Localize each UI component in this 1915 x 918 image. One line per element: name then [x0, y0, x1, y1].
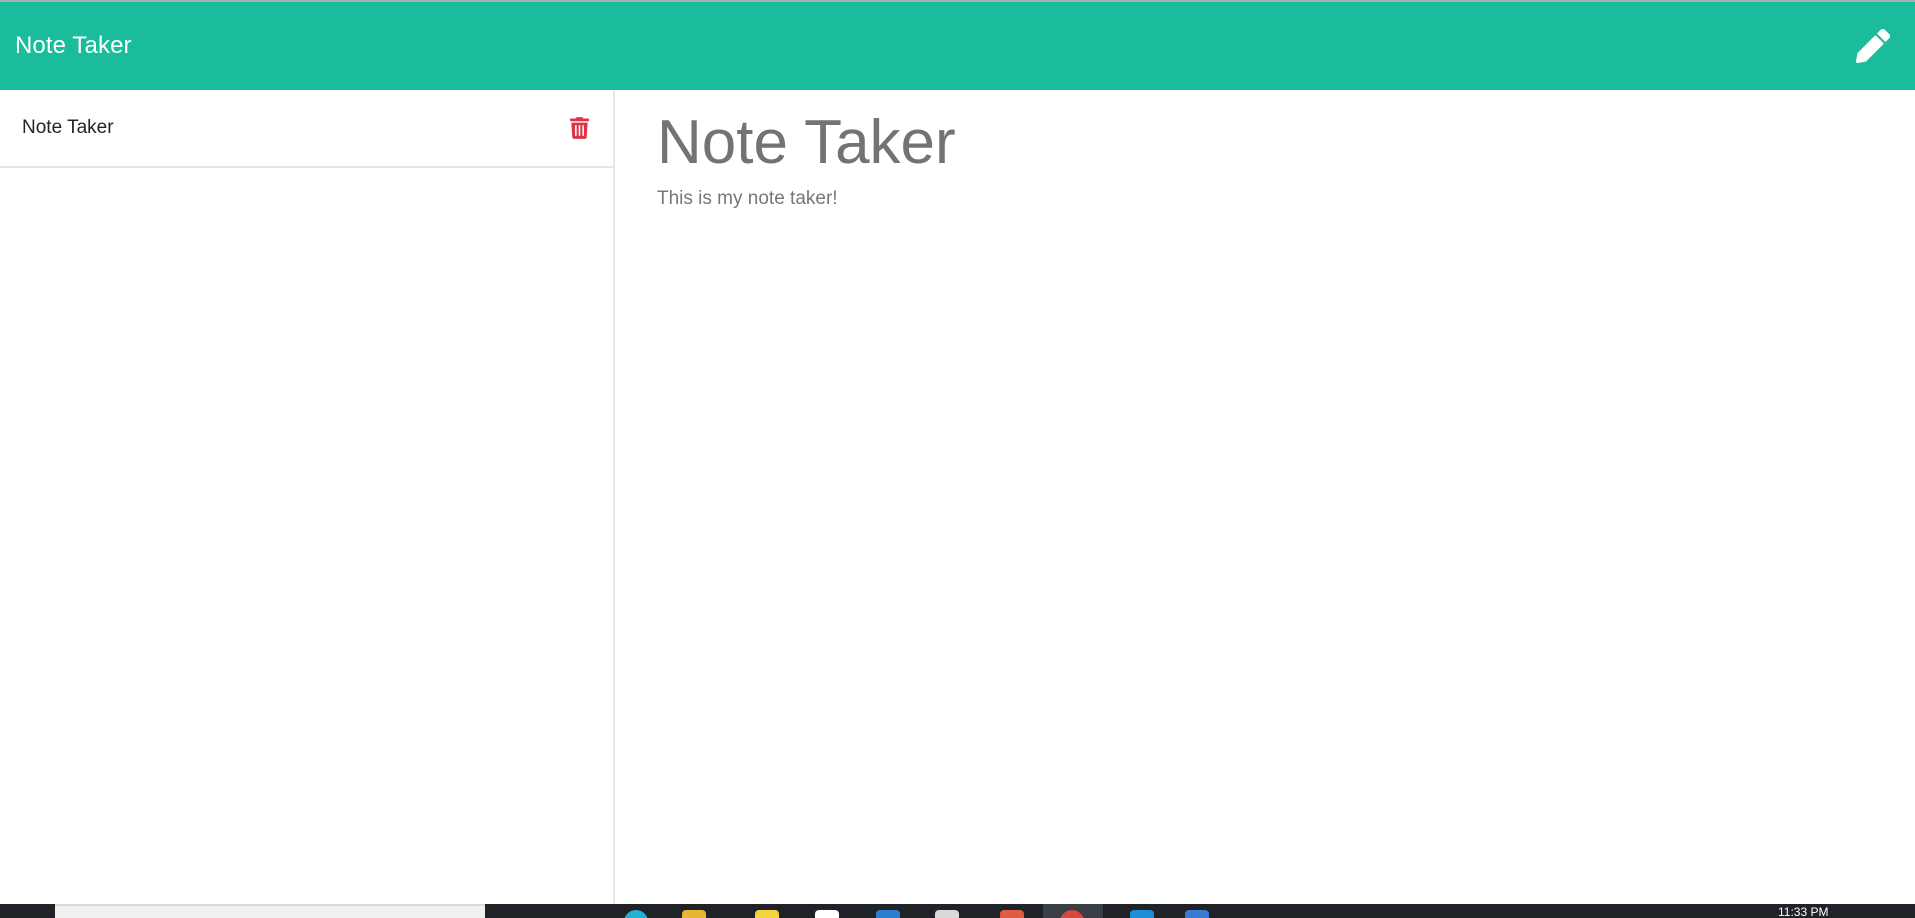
- new-note-button[interactable]: [1851, 24, 1895, 68]
- navbar: Note Taker: [0, 2, 1915, 90]
- edge-icon[interactable]: [624, 910, 648, 918]
- os-taskbar: 11:33 PM: [0, 904, 1915, 918]
- notes-sidebar: Note Taker: [0, 90, 615, 904]
- trash-icon: [569, 117, 589, 139]
- edge-icon-2[interactable]: [1130, 910, 1154, 918]
- app-brand[interactable]: Note Taker: [15, 32, 132, 60]
- list-item[interactable]: Note Taker: [0, 90, 613, 168]
- note-list-title: Note Taker: [22, 117, 114, 138]
- store-icon[interactable]: [815, 910, 839, 918]
- terminal-icon[interactable]: [935, 910, 959, 918]
- vscode-icon[interactable]: [876, 910, 900, 918]
- note-text[interactable]: This is my note taker!: [657, 188, 1915, 210]
- file-explorer-icon[interactable]: [682, 910, 706, 918]
- sticky-notes-icon[interactable]: [755, 910, 779, 918]
- note-title[interactable]: Note Taker: [657, 104, 1915, 182]
- calendar-icon[interactable]: [1185, 910, 1209, 918]
- delete-note-button[interactable]: [567, 114, 591, 142]
- taskbar-clock[interactable]: 11:33 PM: [1778, 905, 1828, 918]
- pencil-icon: [1856, 29, 1890, 63]
- git-icon[interactable]: [1000, 910, 1024, 918]
- note-editor: Note Taker This is my note taker!: [617, 90, 1915, 904]
- taskbar-search-box[interactable]: [55, 904, 485, 918]
